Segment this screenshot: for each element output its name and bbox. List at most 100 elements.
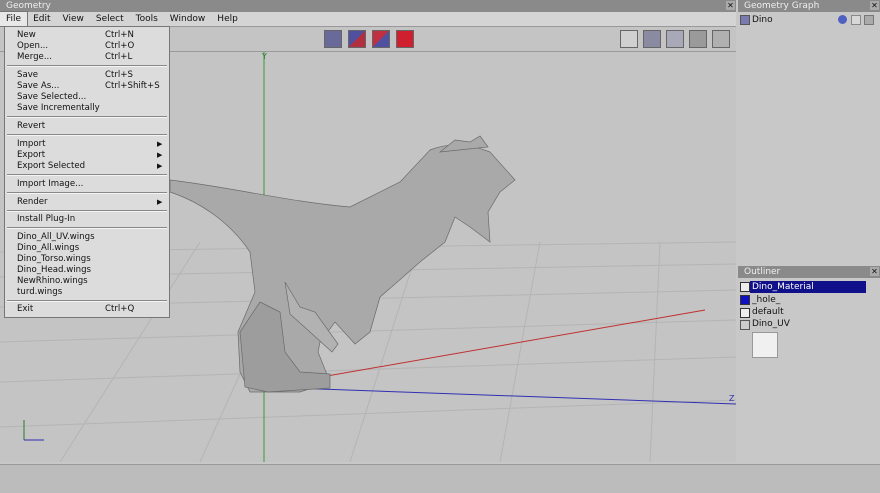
- menu-item-save-incrementally[interactable]: Save Incrementally: [17, 103, 167, 114]
- menu-item-shortcut: Ctrl+L: [105, 52, 133, 62]
- menu-item-label: Save As...: [17, 81, 60, 91]
- outliner-panel: Dino_Material _hole_ default Dino_UV: [738, 279, 880, 463]
- status-bar: [0, 464, 880, 493]
- recent-file-item[interactable]: turd.wings: [17, 287, 167, 298]
- cube-blue-icon[interactable]: [324, 30, 342, 48]
- menu-separator: [7, 227, 167, 229]
- wireframe-icon[interactable]: [666, 30, 684, 48]
- menu-item-label: Install Plug-In: [17, 214, 76, 224]
- menu-view[interactable]: View: [57, 12, 90, 26]
- menu-item-new[interactable]: New Ctrl+N: [17, 30, 167, 41]
- menu-item-label: Export: [17, 150, 46, 160]
- menu-item-shortcut: Ctrl+Shift+S: [105, 81, 160, 91]
- workmode-icon[interactable]: [620, 30, 638, 48]
- submenu-arrow-icon: ▶: [157, 151, 163, 159]
- cube-blue-red-icon[interactable]: [348, 30, 366, 48]
- menu-item-export[interactable]: Export ▶: [17, 150, 167, 161]
- y-axis-label: Y: [262, 52, 267, 61]
- menu-edit[interactable]: Edit: [27, 12, 56, 26]
- menu-item-label: Exit: [17, 304, 34, 314]
- menu-item-label: Merge...: [17, 52, 53, 62]
- recent-file-item[interactable]: Dino_Torso.wings: [17, 254, 167, 265]
- menu-item-save-selected[interactable]: Save Selected...: [17, 92, 167, 103]
- menu-select[interactable]: Select: [90, 12, 130, 26]
- menu-item-exit[interactable]: Exit Ctrl+Q: [17, 304, 167, 315]
- geometry-title-bar[interactable]: Geometry ✕: [0, 0, 736, 12]
- outliner-title-bar[interactable]: Outliner ✕: [738, 266, 880, 278]
- menu-item-shortcut: Ctrl+Q: [105, 304, 135, 314]
- menubar: File Edit View Select Tools Window Help: [0, 11, 736, 27]
- file-menu-dropdown: New Ctrl+N Open... Ctrl+O Merge... Ctrl+L S…: [4, 26, 170, 318]
- menu-item-install-plugin[interactable]: Install Plug-In: [17, 214, 167, 225]
- cube-red-blue-icon[interactable]: [372, 30, 390, 48]
- outliner-item-default[interactable]: default: [752, 306, 784, 318]
- visibility-eye-icon[interactable]: [838, 15, 847, 24]
- cube-red-icon[interactable]: [396, 30, 414, 48]
- window-title: Geometry: [6, 1, 51, 11]
- outliner-title: Outliner: [744, 267, 781, 277]
- menu-item-shortcut: Ctrl+N: [105, 30, 134, 40]
- geometry-graph-title-bar[interactable]: Geometry Graph ✕: [738, 0, 880, 12]
- menu-separator: [7, 300, 167, 302]
- recent-file-item[interactable]: Dino_All.wings: [17, 243, 167, 254]
- submenu-arrow-icon: ▶: [157, 198, 163, 206]
- geometry-graph-title: Geometry Graph: [744, 1, 820, 11]
- menu-item-label: Import Image...: [17, 179, 84, 189]
- wire-icon[interactable]: [864, 15, 874, 25]
- ground-plane-icon[interactable]: [689, 30, 707, 48]
- recent-file-item[interactable]: NewRhino.wings: [17, 276, 167, 287]
- material-icon: [740, 282, 750, 292]
- menu-item-import[interactable]: Import ▶: [17, 139, 167, 150]
- recent-file-item[interactable]: Dino_Head.wings: [17, 265, 167, 276]
- menu-window[interactable]: Window: [164, 12, 212, 26]
- close-icon[interactable]: ✕: [726, 1, 735, 10]
- image-icon: [740, 320, 750, 330]
- menu-item-shortcut: Ctrl+S: [105, 70, 133, 80]
- menu-item-render[interactable]: Render ▶: [17, 197, 167, 208]
- menu-item-label: NewRhino.wings: [17, 276, 88, 286]
- submenu-arrow-icon: ▶: [157, 140, 163, 148]
- close-icon[interactable]: ✕: [870, 267, 879, 276]
- menu-item-label: New: [17, 30, 36, 40]
- menu-separator: [7, 65, 167, 67]
- menu-item-label: Dino_Torso.wings: [17, 254, 91, 264]
- menu-item-open[interactable]: Open... Ctrl+O: [17, 41, 167, 52]
- menu-separator: [7, 192, 167, 194]
- menu-item-label: Export Selected: [17, 161, 86, 171]
- menu-separator: [7, 210, 167, 212]
- menu-item-label: Save Incrementally: [17, 103, 100, 113]
- menu-item-label: Dino_Head.wings: [17, 265, 92, 275]
- object-icon: [740, 15, 750, 25]
- lock-icon[interactable]: [851, 15, 861, 25]
- menu-separator: [7, 174, 167, 176]
- outliner-item-hole[interactable]: _hole_: [752, 294, 780, 306]
- menu-item-label: Revert: [17, 121, 46, 131]
- menu-item-label: Dino_All_UV.wings: [17, 232, 95, 242]
- z-axis-line: [263, 386, 736, 405]
- recent-file-item[interactable]: Dino_All_UV.wings: [17, 232, 167, 243]
- menu-separator: [7, 134, 167, 136]
- menu-item-merge[interactable]: Merge... Ctrl+L: [17, 52, 167, 63]
- uv-texture-thumbnail[interactable]: [752, 332, 778, 358]
- menu-help[interactable]: Help: [211, 12, 244, 26]
- menu-file[interactable]: File: [0, 11, 29, 27]
- geometry-graph-item-dino[interactable]: Dino: [752, 14, 773, 26]
- menu-item-label: Import: [17, 139, 46, 149]
- menu-item-save-as[interactable]: Save As... Ctrl+Shift+S: [17, 81, 167, 92]
- outliner-item-dino-uv[interactable]: Dino_UV: [752, 318, 790, 330]
- menu-item-label: Save: [17, 70, 39, 80]
- smooth-shading-icon[interactable]: [643, 30, 661, 48]
- default-material-icon: [740, 308, 750, 318]
- menu-item-label: Dino_All.wings: [17, 243, 80, 253]
- menu-item-export-selected[interactable]: Export Selected ▶: [17, 161, 167, 172]
- menu-item-import-image[interactable]: Import Image...: [17, 179, 167, 190]
- z-axis-label: Z: [729, 394, 735, 403]
- menu-item-save[interactable]: Save Ctrl+S: [17, 70, 167, 81]
- menu-tools[interactable]: Tools: [130, 12, 164, 26]
- axes-icon[interactable]: [712, 30, 730, 48]
- menu-item-revert[interactable]: Revert: [17, 121, 167, 132]
- close-icon[interactable]: ✕: [870, 1, 879, 10]
- dino-model[interactable]: [169, 135, 516, 393]
- outliner-item-dino-material[interactable]: Dino_Material: [750, 281, 866, 293]
- submenu-arrow-icon: ▶: [157, 162, 163, 170]
